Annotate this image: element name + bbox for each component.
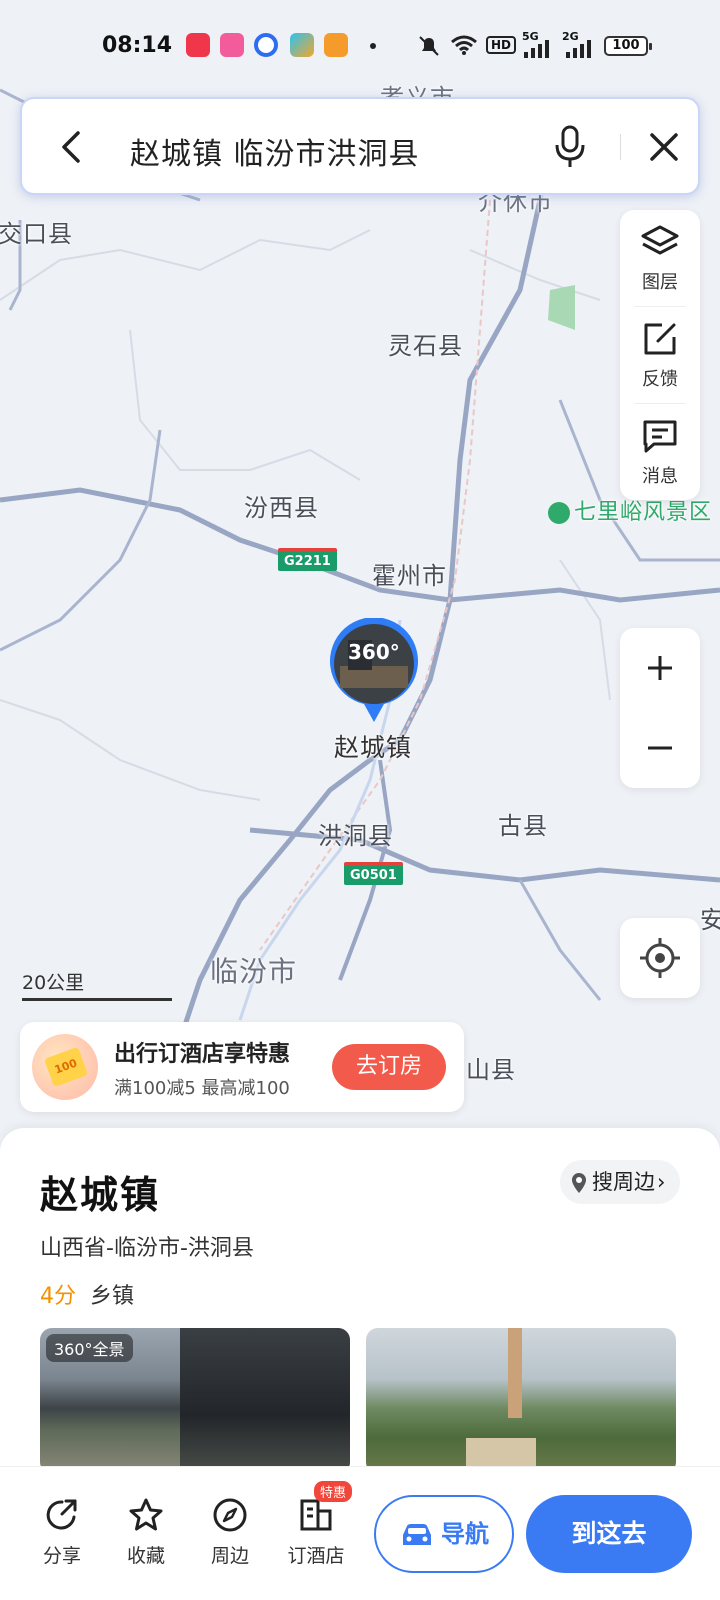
road-shield-g2211: G2211	[278, 548, 337, 571]
place-rating: 4分	[40, 1284, 76, 1309]
ticket-app-icon	[220, 33, 244, 57]
messages-label: 消息	[642, 466, 678, 487]
scenery-photo[interactable]	[366, 1328, 676, 1474]
photo-pagoda	[508, 1328, 522, 1418]
star-icon	[129, 1498, 163, 1531]
microphone-icon[interactable]	[550, 123, 590, 171]
hotel-building-icon	[300, 1499, 332, 1531]
hd-indicator: HD	[486, 36, 517, 54]
my-location-button[interactable]	[620, 918, 700, 998]
scenic-spot-icon	[548, 502, 570, 524]
zoom-controls	[620, 628, 700, 788]
pin-360-badge: 360°	[348, 640, 400, 664]
shop-app-icon	[324, 33, 348, 57]
hotel-badge: 特惠	[314, 1481, 353, 1502]
promo-title: 出行订酒店享特惠	[114, 1042, 291, 1067]
chevron-left-icon[interactable]	[54, 127, 90, 167]
chevron-right-icon: ›	[657, 1170, 666, 1194]
pin-label: 赵城镇	[334, 733, 413, 762]
messages-button[interactable]: 消息	[620, 404, 700, 500]
place-category: 乡镇	[90, 1284, 135, 1309]
wifi-icon	[451, 35, 477, 55]
feedback-label: 反馈	[642, 369, 678, 390]
compass-icon	[213, 1498, 247, 1532]
share-label: 分享	[42, 1545, 81, 1567]
navigate-label: 导航	[441, 1520, 489, 1548]
scenic-spot-name: 七里峪风景区	[574, 500, 713, 525]
map-label-hongdong: 洪洞县	[318, 822, 393, 850]
coupon-icon: 100	[32, 1034, 98, 1100]
promo-subtitle: 满100减5 最高减100	[114, 1078, 290, 1099]
map-label-shan: 山县	[466, 1056, 516, 1084]
photo-building	[180, 1328, 350, 1474]
layers-label: 图层	[642, 272, 678, 293]
pano-pin-icon	[330, 617, 418, 722]
search-divider	[620, 134, 621, 160]
signal-bars-1-icon	[524, 40, 549, 58]
scale-text: 20公里	[22, 972, 85, 994]
video-app-icon	[290, 33, 314, 57]
map-label-gu: 古县	[498, 812, 548, 840]
location-marker-icon	[572, 1173, 586, 1193]
hotel-promo-banner[interactable]: 100 出行订酒店享特惠 满100减5 最高减100 去订房	[20, 1022, 464, 1112]
location-pin[interactable]: 360°	[326, 617, 422, 728]
browser-app-icon	[254, 33, 278, 57]
panorama-photo[interactable]: 360°全景	[40, 1328, 350, 1474]
favorite-button[interactable]: 收藏	[106, 1497, 186, 1568]
status-time: 08:14	[102, 33, 173, 58]
plus-icon	[648, 656, 672, 680]
hotel-label: 订酒店	[287, 1545, 345, 1567]
map-label-linfen: 临汾市	[210, 955, 298, 988]
zoom-in-button[interactable]	[620, 628, 700, 708]
minus-icon	[648, 746, 672, 750]
around-button[interactable]: 周边	[190, 1497, 270, 1568]
map-label-jiaokou: 交口县	[0, 220, 73, 248]
signal-bars-2-icon	[566, 40, 591, 58]
place-address: 山西省-临汾市-洪洞县	[40, 1236, 254, 1261]
book-hotel-button[interactable]: 去订房	[332, 1044, 446, 1090]
hotel-button[interactable]: 特惠 订酒店	[276, 1481, 356, 1568]
status-bar: 08:14 HD 5G 2G 100	[0, 0, 720, 92]
share-button[interactable]: 分享	[22, 1497, 102, 1568]
locate-crosshair-icon	[640, 938, 680, 978]
scale-bar	[22, 998, 172, 1001]
place-name: 赵城镇	[40, 1173, 161, 1217]
map-scale: 20公里	[22, 968, 172, 1001]
map-label-lingshi: 灵石县	[388, 332, 463, 360]
layers-button[interactable]: 图层	[620, 210, 700, 306]
mute-bell-icon	[419, 36, 439, 56]
map-label-an: 安	[700, 906, 720, 934]
car-icon	[403, 1524, 431, 1545]
map-label-huozhou: 霍州市	[372, 562, 447, 590]
edit-square-icon	[644, 323, 676, 355]
notification-dot-icon	[370, 43, 376, 49]
around-label: 周边	[210, 1545, 249, 1567]
favorite-label: 收藏	[126, 1545, 165, 1567]
search-nearby-label: 搜周边	[592, 1170, 655, 1194]
layers-icon	[641, 225, 679, 255]
close-icon[interactable]	[646, 129, 682, 165]
search-nearby-button[interactable]: 搜周边›	[560, 1160, 680, 1204]
go-there-button[interactable]: 到这去	[526, 1495, 692, 1573]
search-bar[interactable]: 赵城镇 临汾市洪洞县	[20, 97, 700, 195]
coupon-value: 100	[43, 1046, 89, 1088]
map-label-fenxi: 汾西县	[244, 494, 319, 522]
map-tools-panel: 图层 反馈 消息	[620, 210, 700, 500]
search-query[interactable]: 赵城镇 临汾市洪洞县	[130, 129, 420, 173]
bottom-action-bar: 分享 收藏 周边 特惠 订酒店 导航 到这去	[0, 1466, 720, 1600]
road-shield-g0501: G0501	[344, 862, 403, 885]
battery-indicator: 100	[604, 36, 652, 56]
music-app-icon	[186, 33, 210, 57]
feedback-button[interactable]: 反馈	[620, 307, 700, 403]
message-icon	[643, 420, 677, 453]
navigate-button[interactable]: 导航	[374, 1495, 514, 1573]
zoom-out-button[interactable]	[620, 708, 700, 788]
share-icon	[46, 1499, 77, 1530]
pano-tag: 360°全景	[46, 1334, 133, 1362]
